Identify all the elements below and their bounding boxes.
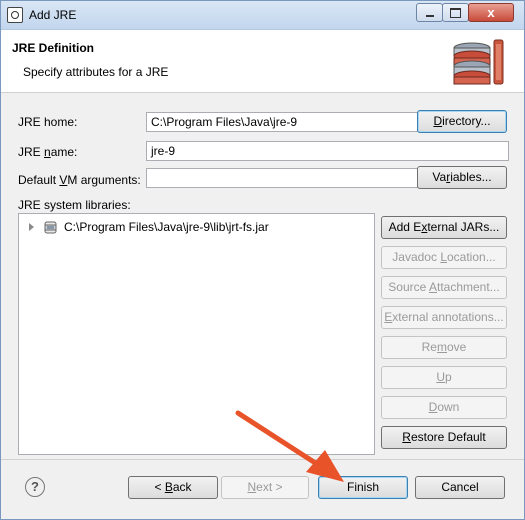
close-icon: x xyxy=(487,5,495,20)
dialog-header: JRE Definition Specify attributes for a … xyxy=(1,30,524,93)
back-button[interactable]: < Back xyxy=(128,476,218,499)
down-button[interactable]: Down xyxy=(381,396,507,419)
restore-default-button[interactable]: Restore Default xyxy=(381,426,507,449)
header-title: JRE Definition xyxy=(12,41,95,55)
jre-home-input[interactable]: C:\Program Files\Java\jre-9 xyxy=(146,112,418,132)
source-attachment-button[interactable]: Source Attachment... xyxy=(381,276,507,299)
jre-books-icon xyxy=(453,39,504,85)
footer-separator xyxy=(1,459,524,460)
jre-home-label: JRE home: xyxy=(18,115,77,129)
eclipse-app-icon xyxy=(7,7,23,23)
title-bar[interactable]: Add JRE x xyxy=(1,1,524,30)
add-jre-dialog: Add JRE x JRE Definition Specify attribu… xyxy=(0,0,525,520)
system-libraries-tree[interactable]: C:\Program Files\Java\jre-9\lib\jrt-fs.j… xyxy=(18,213,375,455)
vm-arguments-label: Default VM arguments: xyxy=(18,173,141,187)
minimize-icon xyxy=(425,14,434,17)
jre-name-input[interactable]: jre-9 xyxy=(146,141,509,161)
jre-name-label: JRE name: xyxy=(18,145,78,159)
tree-row-jrt-fs[interactable]: C:\Program Files\Java\jre-9\lib\jrt-fs.j… xyxy=(29,220,269,234)
maximize-button[interactable] xyxy=(442,3,469,22)
javadoc-location-button[interactable]: Javadoc Location... xyxy=(381,246,507,269)
system-libraries-label: JRE system libraries: xyxy=(18,198,131,212)
directory-button[interactable]: Directory... xyxy=(417,110,507,133)
add-external-jars-button[interactable]: Add External JARs... xyxy=(381,216,507,239)
help-icon[interactable]: ? xyxy=(25,477,45,497)
jar-file-icon xyxy=(44,221,57,233)
finish-button[interactable]: Finish xyxy=(318,476,408,499)
jre-home-label-text: JRE home: xyxy=(18,115,78,129)
header-subtitle: Specify attributes for a JRE xyxy=(23,65,169,79)
minimize-button[interactable] xyxy=(416,3,443,22)
next-button[interactable]: Next > xyxy=(221,476,309,499)
up-button[interactable]: Up xyxy=(381,366,507,389)
expand-arrow-icon[interactable] xyxy=(29,223,34,231)
window-title: Add JRE xyxy=(29,8,77,22)
remove-button[interactable]: Remove xyxy=(381,336,507,359)
cancel-button[interactable]: Cancel xyxy=(415,476,505,499)
maximize-icon xyxy=(450,7,461,18)
library-path: C:\Program Files\Java\jre-9\lib\jrt-fs.j… xyxy=(64,220,269,234)
vm-arguments-input[interactable] xyxy=(146,168,418,188)
variables-button[interactable]: Variables... xyxy=(417,166,507,189)
close-button[interactable]: x xyxy=(468,3,514,22)
external-annotations-button[interactable]: External annotations... xyxy=(381,306,507,329)
